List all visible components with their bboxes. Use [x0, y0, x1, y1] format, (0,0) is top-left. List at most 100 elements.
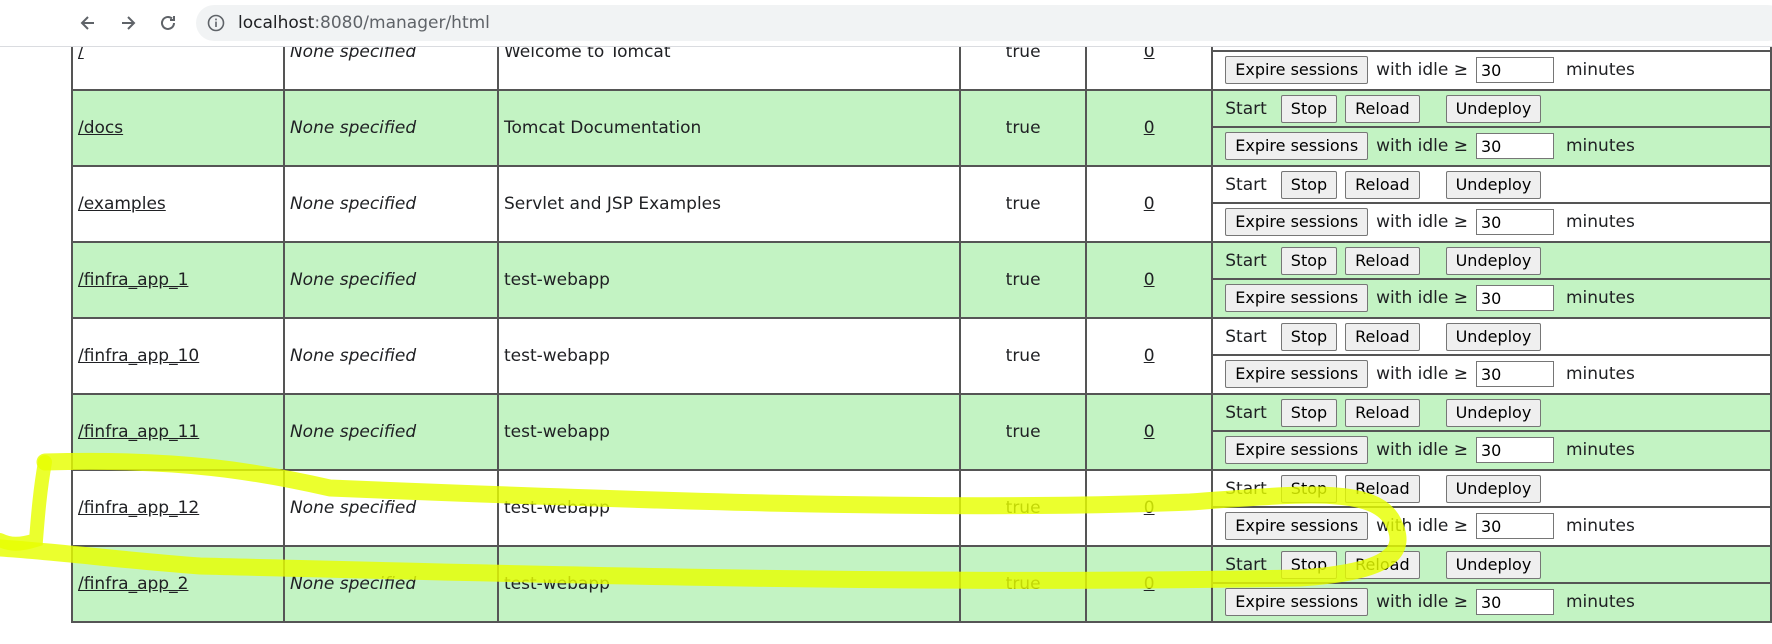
minutes-label: minutes — [1565, 60, 1635, 80]
expire-sessions-button[interactable]: Expire sessions — [1225, 132, 1369, 160]
sessions-link[interactable]: 0 — [1144, 422, 1155, 442]
forward-button[interactable] — [114, 9, 142, 37]
undeploy-button[interactable]: Undeploy — [1445, 323, 1542, 351]
minutes-label: minutes — [1565, 592, 1635, 612]
minutes-label: minutes — [1565, 440, 1635, 460]
app-display-name-cell: test-webapp — [496, 469, 962, 547]
idle-minutes-input[interactable] — [1475, 133, 1554, 159]
sessions-link[interactable]: 0 — [1144, 498, 1155, 518]
expire-sessions-button[interactable]: Expire sessions — [1225, 360, 1369, 388]
stop-button[interactable]: Stop — [1280, 475, 1338, 503]
start-label: Start — [1225, 175, 1267, 195]
lifecycle-commands: Start StopReload Undeploy — [1214, 244, 1770, 280]
app-display-name-cell: test-webapp — [496, 393, 962, 471]
app-sessions-cell: 0 — [1085, 545, 1214, 623]
app-commands-cell: StartStopReloadUndeployExpire sessionswi… — [1211, 165, 1772, 243]
app-commands-cell: StartStopReloadUndeployExpire sessionswi… — [1211, 393, 1772, 471]
idle-minutes-input[interactable] — [1475, 589, 1554, 615]
table-row: / None specifiedWelcome to Tomcattrue 0 Sta… — [71, 47, 1772, 91]
forward-arrow-icon — [122, 16, 136, 30]
sessions-link[interactable]: 0 — [1144, 194, 1155, 214]
stop-button[interactable]: Stop — [1280, 95, 1338, 123]
stop-button[interactable]: Stop — [1280, 399, 1338, 427]
back-button[interactable] — [74, 9, 102, 37]
stop-button[interactable]: Stop — [1280, 171, 1338, 199]
address-bar[interactable]: localhost:8080/manager/html — [196, 5, 1772, 41]
app-sessions-cell: 0 — [1085, 165, 1214, 243]
with-idle-label: with idle ≥ — [1376, 60, 1468, 80]
reload-button[interactable] — [154, 9, 182, 37]
url-path: :8080/manager/html — [314, 13, 490, 33]
table-row: /finfra_app_12 None specified test-webapp t… — [71, 469, 1772, 547]
expire-sessions-button[interactable]: Expire sessions — [1225, 208, 1369, 236]
undeploy-button[interactable]: Undeploy — [1445, 247, 1542, 275]
idle-minutes-input[interactable] — [1475, 513, 1554, 539]
undeploy-button[interactable]: Undeploy — [1445, 551, 1542, 579]
reload-app-button[interactable]: Reload — [1345, 399, 1420, 427]
app-running-cell: true — [959, 317, 1088, 395]
reload-app-button[interactable]: Reload — [1345, 475, 1420, 503]
idle-minutes-input[interactable] — [1475, 437, 1554, 463]
reload-icon — [161, 15, 175, 30]
expire-sessions-form: Expire sessions with idle ≥ minutes — [1214, 356, 1769, 392]
app-path-cell: /finfra_app_2 — [71, 545, 285, 623]
info-icon — [207, 14, 225, 32]
with-idle-label: with idle ≥ — [1376, 592, 1468, 612]
app-path-link[interactable]: /finfra_app_12 — [78, 498, 199, 518]
reload-app-button[interactable]: Reload — [1345, 247, 1420, 275]
sessions-link[interactable]: 0 — [1144, 574, 1155, 594]
undeploy-button[interactable]: Undeploy — [1445, 399, 1542, 427]
app-path-link[interactable]: /examples — [78, 194, 166, 214]
reload-app-button[interactable]: Reload — [1345, 95, 1420, 123]
app-commands-cell: StartStopReloadUndeployExpire sessionswi… — [1211, 47, 1772, 91]
with-idle-label: with idle ≥ — [1376, 288, 1468, 308]
expire-sessions-button[interactable]: Expire sessions — [1225, 588, 1369, 616]
idle-minutes-input[interactable] — [1475, 361, 1554, 387]
app-commands-cell: StartStopReloadUndeployExpire sessionswi… — [1211, 241, 1772, 319]
lifecycle-commands: Start StopReload Undeploy — [1214, 396, 1770, 432]
expire-sessions-button[interactable]: Expire sessions — [1225, 284, 1369, 312]
app-path-link[interactable]: /finfra_app_10 — [78, 346, 199, 366]
app-path-link[interactable]: /finfra_app_2 — [78, 574, 188, 594]
stop-button[interactable]: Stop — [1280, 323, 1338, 351]
app-path-link[interactable]: /finfra_app_1 — [78, 270, 188, 290]
undeploy-button[interactable]: Undeploy — [1445, 475, 1542, 503]
app-version-cell: None specified — [282, 317, 499, 395]
expire-sessions-button[interactable]: Expire sessions — [1225, 436, 1369, 464]
idle-minutes-input[interactable] — [1475, 57, 1554, 83]
app-path-cell: /examples — [71, 165, 285, 243]
expire-sessions-button[interactable]: Expire sessions — [1225, 512, 1369, 540]
app-sessions-cell: 0 — [1085, 89, 1214, 167]
app-display-name-cell: Welcome to Tomcat — [496, 47, 962, 91]
lifecycle-commands: Start StopReload Undeploy — [1214, 320, 1770, 356]
table-row: /finfra_app_10 None specified test-webapp t… — [71, 317, 1772, 395]
minutes-label: minutes — [1565, 516, 1635, 536]
table-row: /finfra_app_11 None specified test-webapp t… — [71, 393, 1772, 471]
app-display-name-cell: test-webapp — [496, 545, 962, 623]
reload-app-button[interactable]: Reload — [1345, 551, 1420, 579]
start-label: Start — [1225, 555, 1267, 575]
app-running-cell: true — [959, 89, 1088, 167]
expire-sessions-button[interactable]: Expire sessions — [1225, 56, 1369, 84]
reload-app-button[interactable]: Reload — [1345, 323, 1420, 351]
applications-table: /None specifiedWelcome to Tomcattrue0Sta… — [71, 47, 1772, 623]
idle-minutes-input[interactable] — [1475, 209, 1554, 235]
app-path-link[interactable]: /finfra_app_11 — [78, 422, 199, 442]
expire-sessions-form: Expire sessions with idle ≥ minutes — [1214, 432, 1769, 468]
reload-app-button[interactable]: Reload — [1345, 171, 1420, 199]
stop-button[interactable]: Stop — [1280, 247, 1338, 275]
app-path-link[interactable]: /docs — [78, 118, 123, 138]
sessions-link[interactable]: 0 — [1144, 270, 1155, 290]
stop-button[interactable]: Stop — [1280, 551, 1338, 579]
start-label: Start — [1225, 327, 1267, 347]
undeploy-button[interactable]: Undeploy — [1445, 171, 1542, 199]
sessions-link[interactable]: 0 — [1144, 346, 1155, 366]
sessions-link[interactable]: 0 — [1144, 47, 1155, 62]
idle-minutes-input[interactable] — [1475, 285, 1554, 311]
app-version-cell: None specified — [282, 393, 499, 471]
sessions-link[interactable]: 0 — [1144, 118, 1155, 138]
undeploy-button[interactable]: Undeploy — [1445, 95, 1542, 123]
with-idle-label: with idle ≥ — [1376, 440, 1468, 460]
lifecycle-commands: Start StopReload Undeploy — [1214, 472, 1770, 508]
app-path-link[interactable]: / — [78, 47, 84, 62]
